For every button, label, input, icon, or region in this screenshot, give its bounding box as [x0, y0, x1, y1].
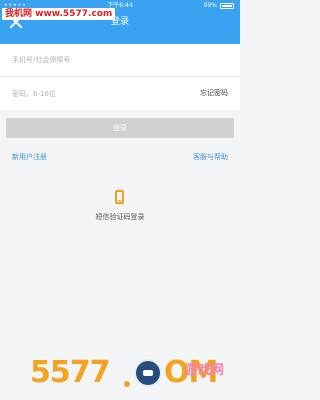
forgot-password-link[interactable]: 忘记密码	[200, 77, 228, 110]
password-input[interactable]	[12, 89, 172, 98]
watermark-text-left: 5577	[30, 355, 110, 390]
status-right: 99%	[204, 0, 234, 12]
watermark-dot	[124, 381, 130, 387]
password-row: 忘记密码	[0, 77, 240, 110]
account-input[interactable]	[12, 56, 172, 64]
login-button[interactable]: 登录	[6, 118, 234, 138]
login-form: 忘记密码	[0, 44, 240, 110]
register-link[interactable]: 新用户注册	[12, 152, 47, 162]
battery-percent: 99%	[203, 2, 217, 9]
mobile-phone-icon	[115, 190, 124, 204]
watermark-logo: 5577 OM 游戏网	[30, 355, 230, 391]
watermark-top: 我机网 www.5577.com	[2, 8, 116, 20]
watermark-tag: 游戏网	[185, 363, 224, 379]
sms-login-button[interactable]: 短信验证码登录	[60, 190, 180, 230]
sms-login-label: 短信验证码登录	[95, 213, 145, 221]
battery-icon	[220, 3, 234, 9]
account-row	[0, 44, 240, 77]
help-link[interactable]: 客服与帮助	[193, 152, 228, 162]
header-bar: ••••• 下午6:44 99% 登录 我机网 www.5577.com	[0, 0, 240, 44]
car-badge-icon	[134, 359, 162, 387]
watermark-tag-text: 游戏网	[185, 363, 225, 378]
